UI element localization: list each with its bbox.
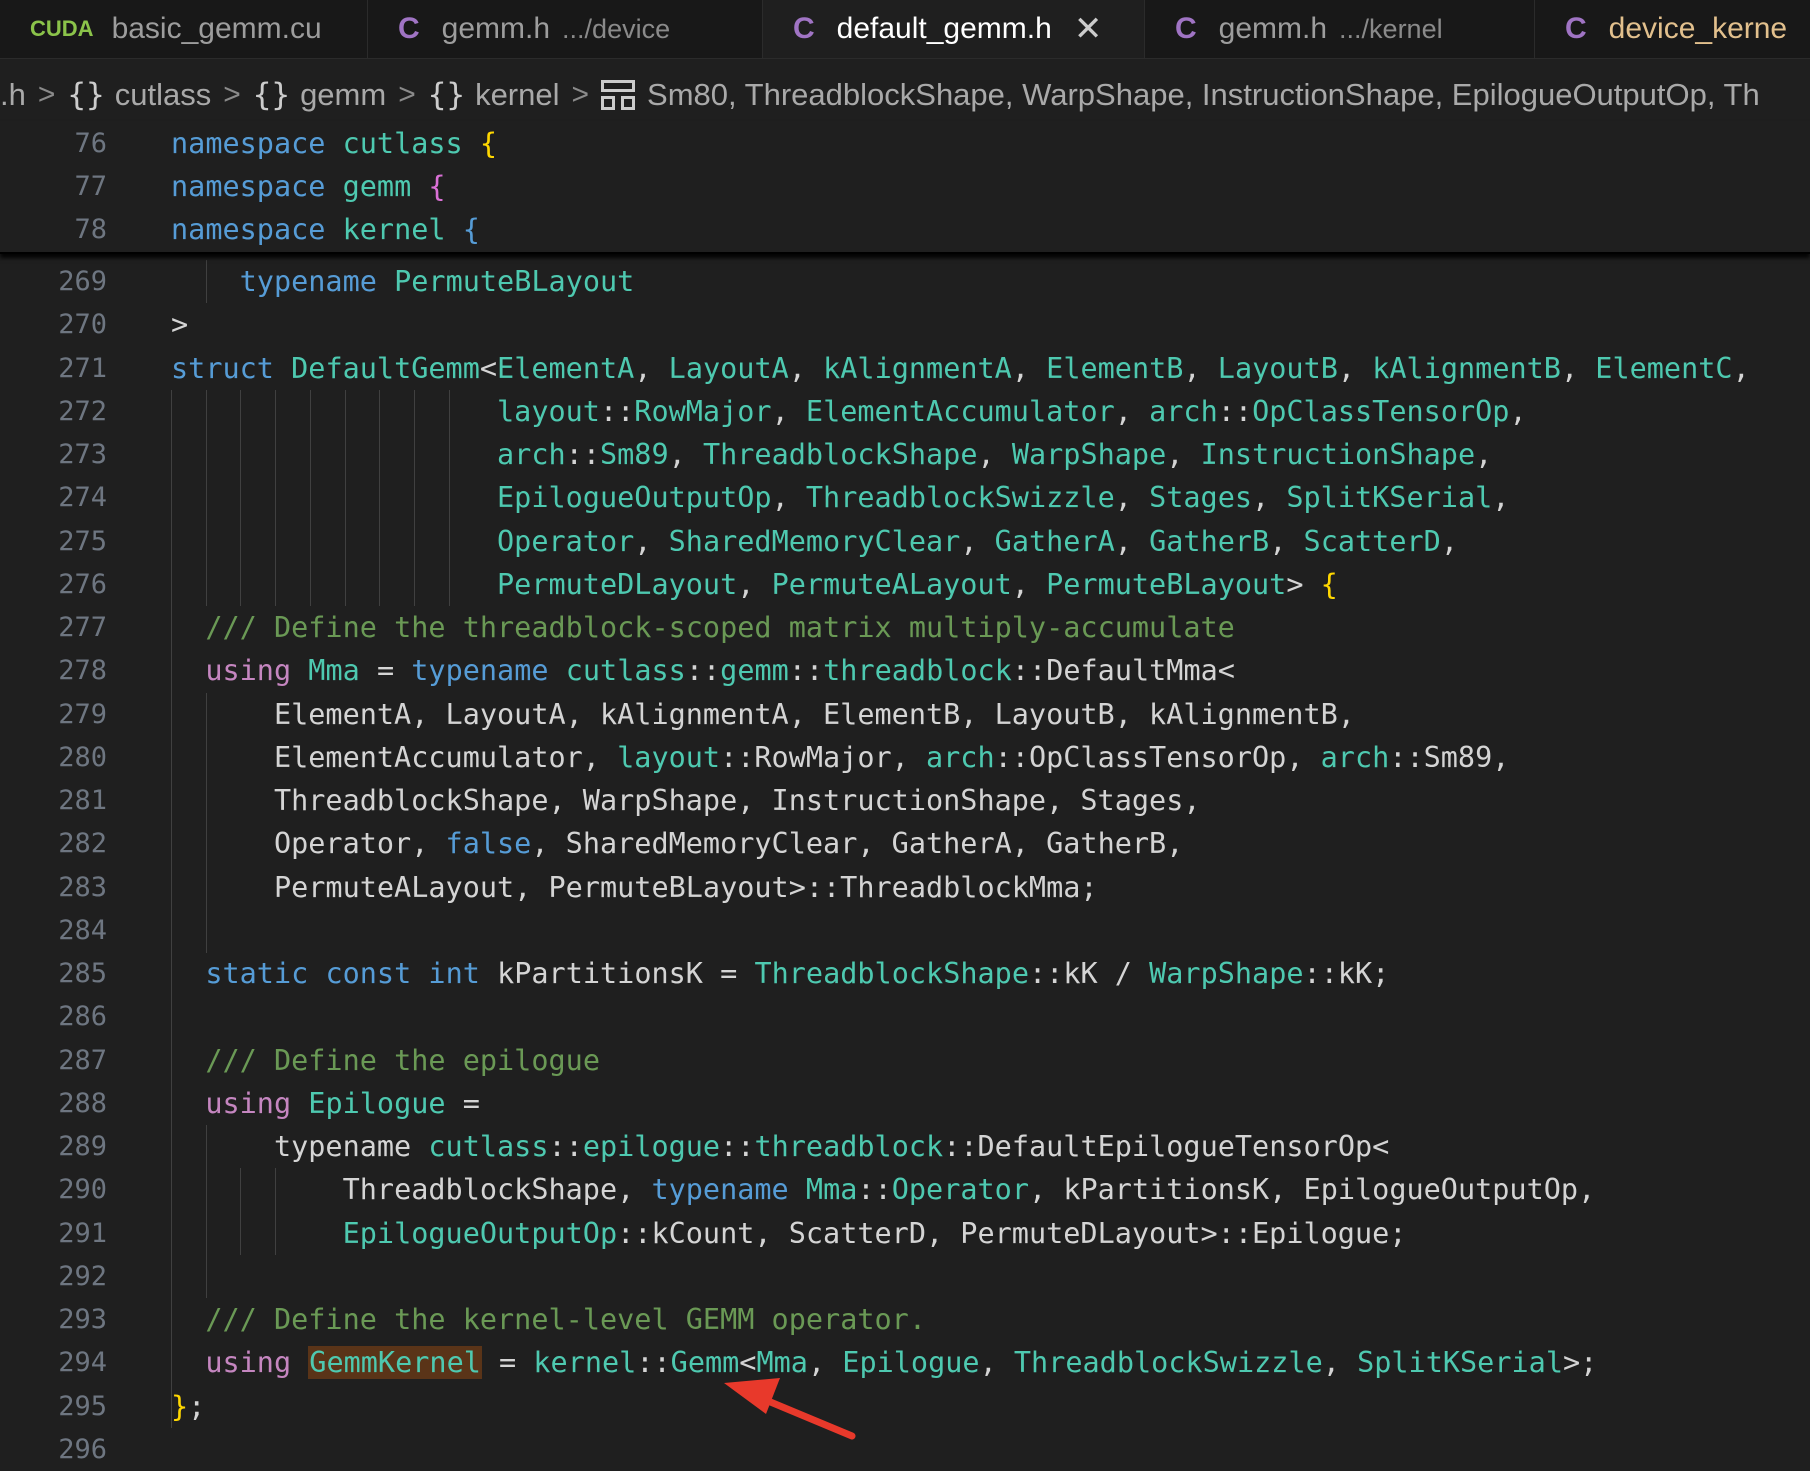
red-arrow-icon <box>724 1378 856 1440</box>
